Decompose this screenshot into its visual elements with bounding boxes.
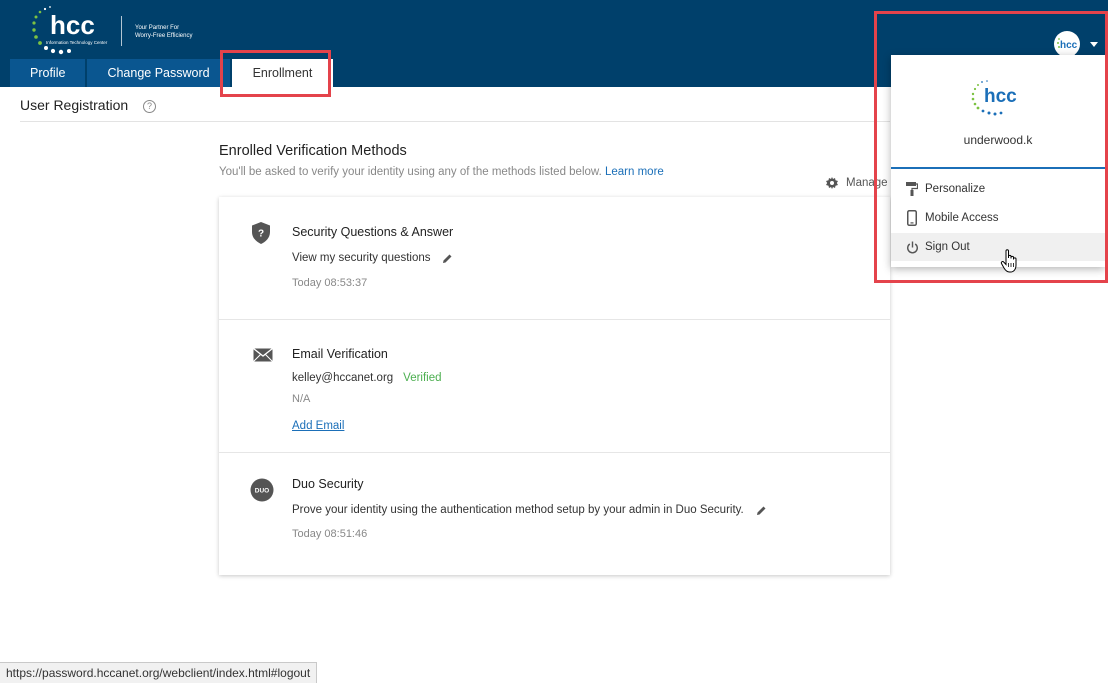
menu-item-label: Mobile Access xyxy=(925,212,999,224)
verified-badge: Verified xyxy=(403,372,442,384)
method-timestamp: Today 08:51:46 xyxy=(292,528,368,540)
menu-item-sign-out[interactable]: Sign Out xyxy=(891,233,1105,261)
title-divider xyxy=(20,121,890,122)
section-subtitle: You'll be asked to verify your identity … xyxy=(219,166,664,178)
method-email-row: kelley@hccanet.org Verified xyxy=(292,372,442,384)
user-dropdown-menu: hcc underwood.k Personalize Mobile Acces… xyxy=(891,55,1105,267)
hcc-logo: hcc xyxy=(970,79,1026,117)
method-timestamp: Today 08:53:37 xyxy=(292,277,368,289)
paint-roller-icon xyxy=(905,181,919,197)
question-circle-icon[interactable]: ? xyxy=(143,100,156,113)
email-address: kelley@hccanet.org xyxy=(292,372,394,384)
method-security-questions: ? Security Questions & Answer View my se… xyxy=(219,197,890,319)
menu-item-mobile-access[interactable]: Mobile Access xyxy=(891,204,1105,232)
hcc-logo: hcc Information Technology Center Your P… xyxy=(30,4,210,56)
gear-icon xyxy=(826,177,838,189)
method-detail-row: Prove your identity using the authentica… xyxy=(292,504,767,516)
section-title: Enrolled Verification Methods xyxy=(219,143,407,159)
manage-label: Manage xyxy=(846,177,888,189)
svg-text:?: ? xyxy=(258,229,264,240)
method-detail-row: View my security questions xyxy=(292,252,453,264)
mobile-phone-icon xyxy=(905,210,919,226)
section-subtitle-text: You'll be asked to verify your identity … xyxy=(219,166,602,178)
menu-item-label: Personalize xyxy=(925,183,986,195)
hand-cursor-icon xyxy=(1000,248,1022,279)
pencil-icon[interactable] xyxy=(442,253,453,264)
app-root: hcc Information Technology Center Your P… xyxy=(0,0,1108,683)
method-name: Email Verification xyxy=(292,347,388,361)
power-icon xyxy=(905,239,919,255)
tab-enrollment[interactable]: Enrollment xyxy=(231,59,334,87)
svg-text:hcc: hcc xyxy=(984,86,1017,107)
profile-tabs: Profile Change Password Enrollment xyxy=(10,59,335,87)
method-secondary-value: N/A xyxy=(292,393,311,405)
learn-more-link[interactable]: Learn more xyxy=(605,166,664,178)
add-email-link[interactable]: Add Email xyxy=(292,420,344,432)
dropdown-divider xyxy=(891,167,1105,169)
method-email-verification: Email Verification kelley@hccanet.org Ve… xyxy=(219,320,890,452)
chevron-down-icon[interactable] xyxy=(1090,42,1098,47)
tagline-line1: Your Partner For xyxy=(135,25,179,31)
logo-subtext: Information Technology Center xyxy=(46,40,108,45)
svg-text:DUO: DUO xyxy=(255,488,269,495)
view-security-questions[interactable]: View my security questions xyxy=(292,252,430,264)
tagline-line2: Worry-Free Efficiency xyxy=(135,33,192,39)
method-name: Security Questions & Answer xyxy=(292,225,454,239)
tab-change-password[interactable]: Change Password xyxy=(87,59,230,87)
manage-button[interactable]: Manage xyxy=(826,177,888,189)
methods-card: ? Security Questions & Answer View my se… xyxy=(219,197,890,575)
pencil-icon[interactable] xyxy=(756,505,767,516)
logo-wordmark: hcc xyxy=(50,10,95,40)
menu-item-label: Sign Out xyxy=(925,241,970,253)
shield-question-icon: ? xyxy=(250,221,272,250)
duo-description: Prove your identity using the authentica… xyxy=(292,504,744,516)
method-name: Duo Security xyxy=(292,477,364,491)
username-label: underwood.k xyxy=(963,133,1033,147)
page-title: User Registration xyxy=(20,97,129,113)
method-duo-security: DUO Duo Security Prove your identity usi… xyxy=(219,453,890,575)
menu-item-personalize[interactable]: Personalize xyxy=(891,175,1105,203)
envelope-icon xyxy=(253,347,273,367)
duo-icon: DUO xyxy=(250,478,274,507)
tab-profile[interactable]: Profile xyxy=(10,59,86,87)
browser-status-bar: https://password.hccanet.org/webclient/i… xyxy=(0,662,318,683)
